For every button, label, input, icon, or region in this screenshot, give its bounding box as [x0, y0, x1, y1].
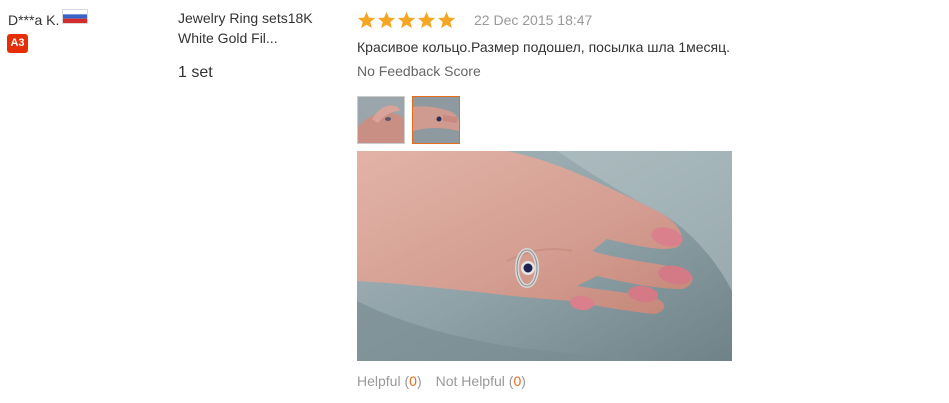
review-body: 22 Dec 2015 18:47 Красивое кольцо.Размер… — [357, 9, 937, 79]
reviewer-info: D***a K. — [8, 9, 88, 29]
review-text: Красивое кольцо.Размер подошел, посылка … — [357, 39, 731, 55]
helpful-label: Helpful — [357, 373, 401, 389]
product-info: Jewelry Ring sets18K White Gold Fil... 1… — [178, 8, 338, 82]
photo-thumbnails — [357, 96, 460, 144]
helpful-count: 0 — [409, 373, 417, 389]
review-photo[interactable] — [357, 151, 732, 361]
star-icon — [417, 11, 436, 30]
reviewer-name-row: D***a K. — [8, 9, 88, 29]
helpful-button[interactable]: Helpful (0) — [357, 373, 422, 389]
photo-thumbnail-active[interactable] — [412, 96, 460, 144]
photo-thumbnail[interactable] — [357, 96, 405, 144]
not-helpful-label: Not Helpful — [435, 373, 505, 389]
review-votes: Helpful (0) Not Helpful (0) — [357, 373, 526, 389]
reviewer-name: D***a K. — [8, 12, 60, 28]
product-title[interactable]: Jewelry Ring sets18K White Gold Fil... — [178, 8, 338, 48]
rating-row: 22 Dec 2015 18:47 — [357, 9, 937, 31]
star-icon — [377, 11, 396, 30]
product-title-line-2[interactable]: White Gold Fil... — [178, 28, 338, 48]
not-helpful-button[interactable]: Not Helpful (0) — [436, 373, 526, 389]
feedback-score: No Feedback Score — [357, 63, 481, 79]
russia-flag-icon — [63, 9, 88, 23]
star-icon — [437, 11, 456, 30]
star-rating — [357, 11, 456, 30]
product-quantity: 1 set — [178, 64, 213, 81]
product-title-line-1[interactable]: Jewelry Ring sets18K — [178, 8, 338, 28]
star-icon — [357, 11, 376, 30]
star-icon — [397, 11, 416, 30]
buyer-level-badge: A3 — [7, 34, 28, 53]
review-date: 22 Dec 2015 18:47 — [474, 12, 593, 28]
